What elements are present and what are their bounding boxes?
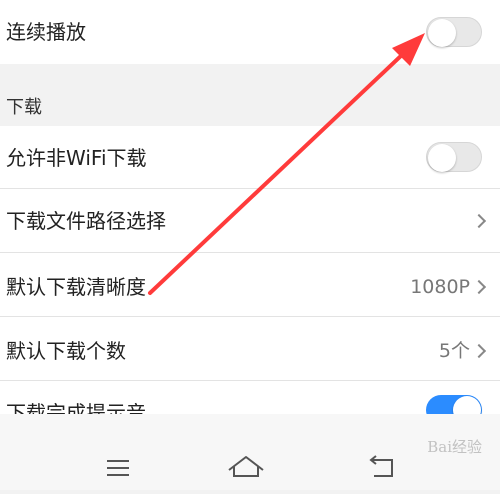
back-button[interactable] — [340, 414, 420, 490]
setting-row-default-quality[interactable]: 默认下载清晰度 1080P — [0, 253, 500, 316]
completion-sound-toggle[interactable] — [426, 395, 482, 415]
chevron-right-icon — [471, 279, 487, 295]
download-path-label: 下载文件路径选择 — [6, 209, 166, 233]
default-quality-label: 默认下载清晰度 — [6, 275, 146, 299]
setting-row-default-count[interactable]: 默认下载个数 5个 — [0, 317, 500, 380]
continuous-play-label: 连续播放 — [6, 20, 86, 44]
allow-non-wifi-label: 允许非WiFi下载 — [6, 146, 147, 170]
continuous-play-toggle[interactable] — [426, 17, 482, 47]
watermark: Bai经验 — [427, 438, 482, 456]
chevron-right-icon — [471, 213, 487, 229]
setting-row-allow-non-wifi[interactable]: 允许非WiFi下载 — [0, 126, 500, 188]
default-count-value: 5个 — [438, 340, 470, 362]
setting-row-completion-sound[interactable]: 下载完成提示音 — [0, 381, 500, 415]
toggle-knob — [453, 396, 481, 415]
back-icon — [369, 455, 393, 477]
default-count-label: 默认下载个数 — [6, 339, 126, 363]
allow-non-wifi-toggle[interactable] — [426, 142, 482, 172]
toggle-knob — [428, 144, 456, 172]
section-title-download: 下载 — [6, 97, 42, 118]
menu-button[interactable] — [78, 414, 158, 490]
completion-sound-label: 下载完成提示音 — [6, 401, 146, 415]
chevron-right-icon — [471, 343, 487, 359]
bottom-navbar — [0, 414, 500, 490]
setting-row-continuous-play[interactable]: 连续播放 — [0, 0, 500, 64]
setting-row-download-path[interactable]: 下载文件路径选择 — [0, 189, 500, 252]
home-button[interactable] — [206, 414, 286, 490]
toggle-knob — [428, 19, 456, 47]
menu-icon — [107, 460, 129, 476]
home-icon — [228, 456, 264, 477]
default-quality-value: 1080P — [410, 276, 470, 298]
